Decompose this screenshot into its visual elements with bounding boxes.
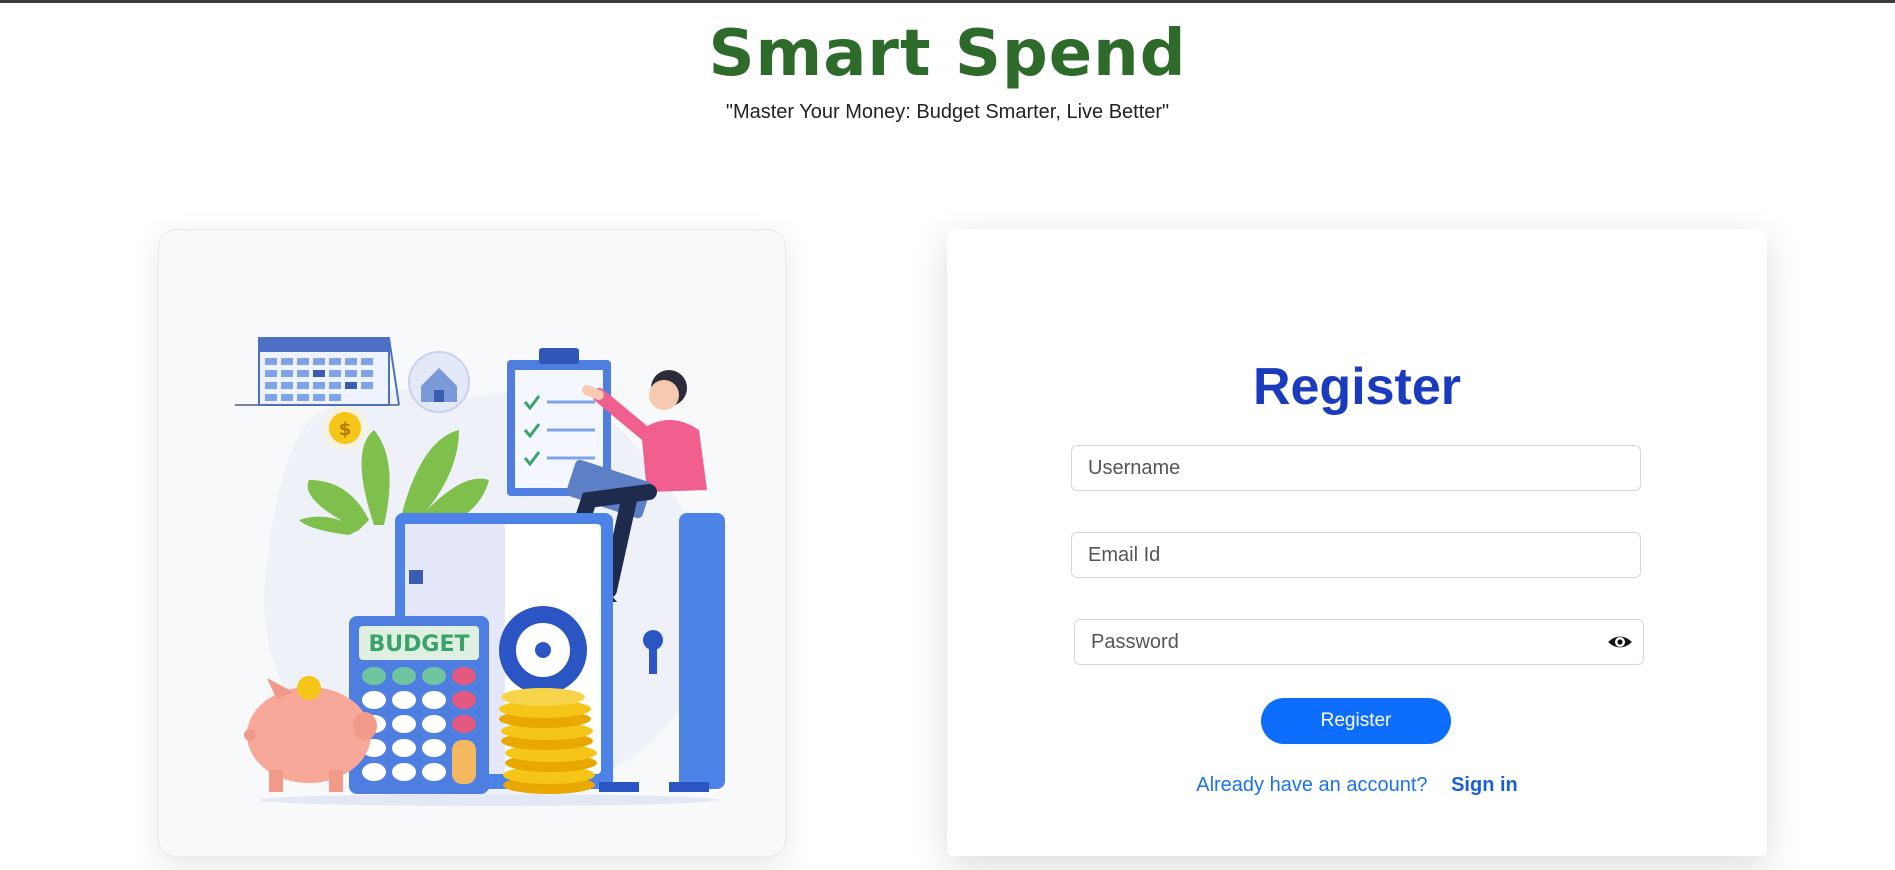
calculator-icon: BUDGET (349, 616, 489, 794)
tagline: "Master Your Money: Budget Smarter, Live… (725, 101, 1170, 123)
dollar-coin-icon: $ (323, 406, 367, 450)
form-title: Register (1252, 358, 1462, 416)
username-input[interactable] (1072, 446, 1640, 490)
eye-icon[interactable] (1607, 631, 1633, 653)
budget-label: BUDGET (369, 632, 470, 657)
app-title: Smart Spend (708, 17, 1187, 91)
register-button[interactable]: Register (1261, 698, 1451, 744)
email-field (1071, 532, 1641, 578)
username-field (1071, 445, 1641, 491)
calendar-icon (235, 337, 400, 406)
house-icon (408, 351, 470, 413)
coin-stack-icon (499, 688, 597, 794)
password-field (1074, 619, 1644, 665)
page-header: Smart Spend "Master Your Money: Budget S… (0, 15, 1895, 124)
register-form-card: Register Register Already have an accoun… (947, 229, 1767, 856)
illustration-card: $ BUDGET (158, 229, 786, 857)
signin-link[interactable]: Sign in (1451, 774, 1518, 796)
budget-illustration: $ BUDGET (235, 337, 725, 806)
email-input[interactable] (1072, 533, 1640, 577)
password-input[interactable] (1075, 620, 1643, 664)
ground-shadow (259, 794, 719, 806)
account-question: Already have an account? (1196, 774, 1428, 796)
coin-symbol: $ (339, 419, 352, 440)
signin-row: Already have an account? Sign in (947, 774, 1767, 797)
